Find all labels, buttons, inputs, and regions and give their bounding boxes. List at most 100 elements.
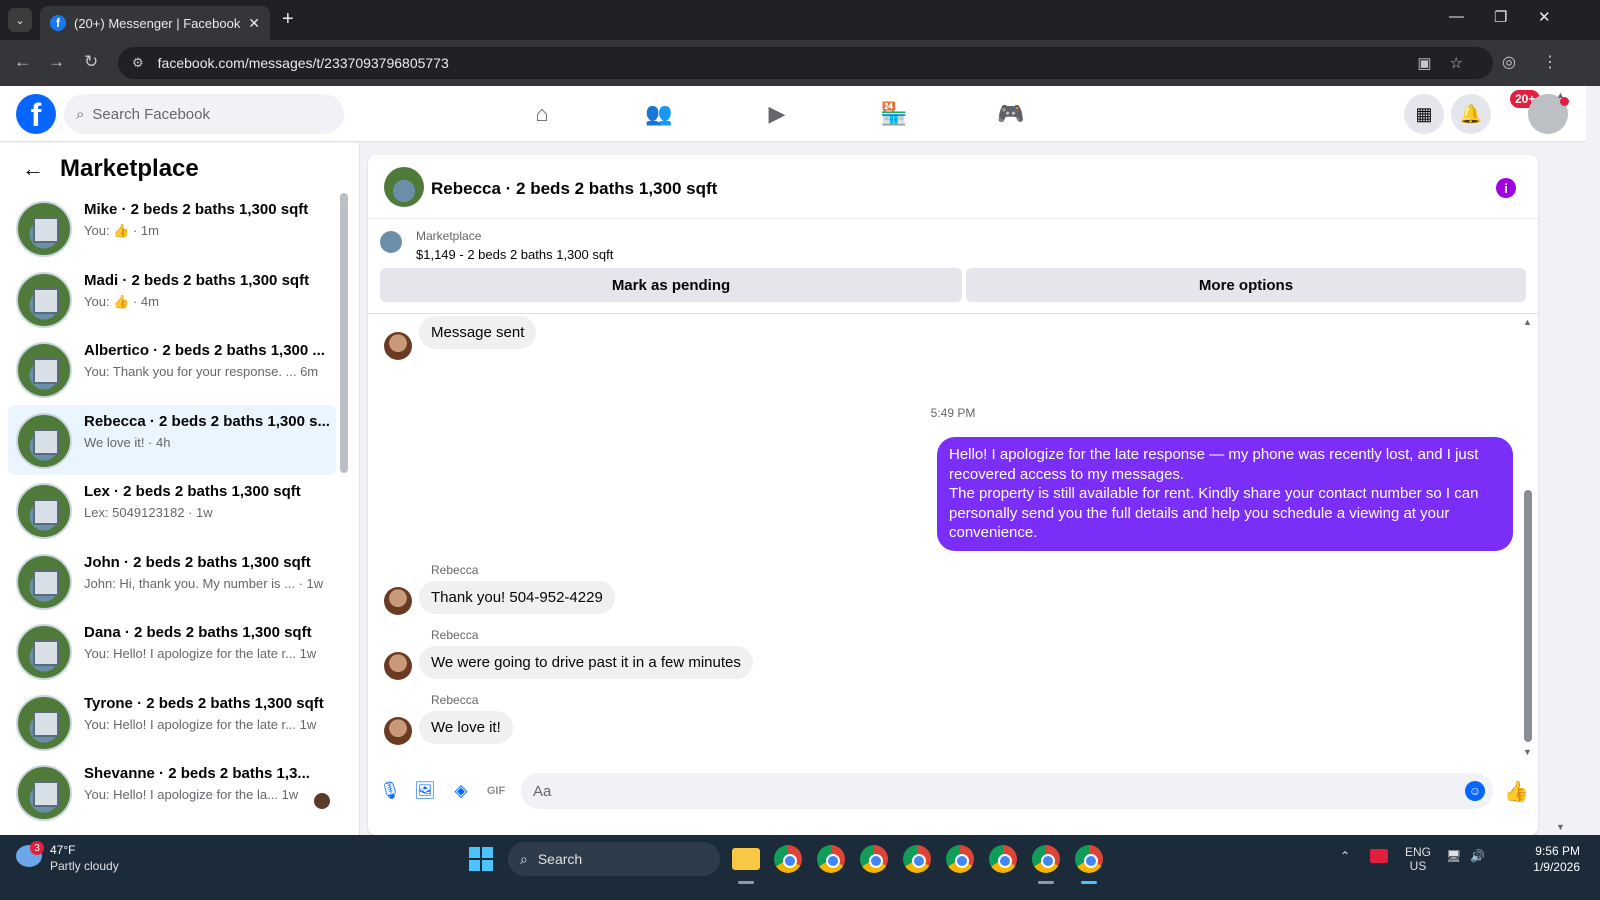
conversation-preview: You: Hello! I apologize for the la... 1w bbox=[84, 787, 299, 802]
chrome-icon[interactable] bbox=[946, 845, 974, 873]
messages-scrollbar[interactable] bbox=[1524, 490, 1532, 742]
clock-time: 9:56 PM bbox=[1535, 844, 1580, 858]
page-scroll-up-icon[interactable]: ▲ bbox=[1556, 90, 1565, 100]
file-explorer-icon[interactable] bbox=[732, 848, 760, 870]
back-icon[interactable]: ← bbox=[14, 52, 31, 72]
facebook-header: f ⌕ Search Facebook ⌂ 👥 ▶ 🏪 🎮 ▦ 🔔 bbox=[0, 86, 1586, 142]
gaming-icon[interactable]: 🎮 bbox=[995, 98, 1027, 130]
chat-avatar[interactable] bbox=[384, 167, 424, 207]
windows-start-icon[interactable] bbox=[469, 847, 493, 871]
network-icon[interactable]: 🖥 bbox=[1446, 849, 1461, 863]
conversation-item[interactable]: Mike · 2 beds 2 baths 1,300 sqft You: 👍 … bbox=[8, 193, 336, 263]
chrome-icon[interactable] bbox=[1032, 845, 1060, 873]
running-indicator bbox=[1038, 881, 1054, 884]
microphone-icon[interactable]: 🎙 bbox=[379, 780, 401, 802]
conversation-preview: You: 👍 · 1m bbox=[84, 223, 159, 238]
like-thumbs-up-icon[interactable]: 👍 bbox=[1504, 779, 1529, 804]
conversation-item[interactable]: Dana · 2 beds 2 baths 1,300 sqft You: He… bbox=[8, 616, 336, 686]
back-arrow-icon[interactable]: ← bbox=[22, 156, 44, 182]
notifications-icon[interactable]: 🔔 bbox=[1451, 94, 1491, 134]
incoming-message-bubble[interactable]: We were going to drive past it in a few … bbox=[419, 646, 753, 679]
browser-tab[interactable]: f (20+) Messenger | Facebook ✕ bbox=[40, 6, 270, 40]
minimize-icon[interactable]: — bbox=[1449, 8, 1464, 25]
taskbar-search[interactable]: ⌕ Search bbox=[508, 842, 720, 876]
marketplace-icon[interactable]: 🏪 bbox=[878, 98, 910, 130]
video-icon[interactable]: ▶ bbox=[761, 98, 793, 130]
photo-icon[interactable]: 🖼 bbox=[414, 780, 436, 802]
search-icon: ⌕ bbox=[520, 850, 528, 867]
search-placeholder: Search Facebook bbox=[92, 105, 210, 123]
url-text: facebook.com/messages/t/2337093796805773 bbox=[157, 55, 449, 71]
chrome-icon-active[interactable] bbox=[1075, 845, 1103, 873]
sender-avatar[interactable] bbox=[384, 587, 412, 615]
listing-thumbnail bbox=[16, 554, 72, 610]
profile-icon[interactable]: ◎ bbox=[1502, 52, 1516, 72]
conversation-item[interactable]: Lex · 2 beds 2 baths 1,300 sqft Lex: 504… bbox=[8, 475, 336, 545]
conversation-item[interactable]: Shevanne · 2 beds 2 baths 1,3... You: He… bbox=[8, 757, 336, 827]
friends-icon[interactable]: 👥 bbox=[643, 98, 675, 130]
mark-as-pending-button[interactable]: Mark as pending bbox=[380, 268, 962, 302]
conversation-name: Dana · 2 beds 2 baths 1,300 sqft bbox=[84, 624, 312, 641]
incoming-message-bubble[interactable]: Thank you! 504-952-4229 bbox=[419, 581, 615, 614]
chrome-icon[interactable] bbox=[903, 845, 931, 873]
conversation-preview: Lex: 5049123182 · 1w bbox=[84, 505, 213, 520]
sticker-icon[interactable]: ◈ bbox=[450, 780, 472, 802]
conversation-preview: You: 👍 · 4m bbox=[84, 294, 159, 309]
chrome-icon[interactable] bbox=[989, 845, 1017, 873]
conversation-item-active[interactable]: Rebecca · 2 beds 2 baths 1,300 s... We l… bbox=[8, 405, 336, 475]
incoming-message-bubble[interactable]: We love it! bbox=[419, 711, 513, 744]
facebook-search-input[interactable]: ⌕ Search Facebook bbox=[64, 94, 344, 134]
chrome-icon[interactable] bbox=[817, 845, 845, 873]
home-icon[interactable]: ⌂ bbox=[526, 98, 558, 130]
sender-avatar[interactable] bbox=[384, 652, 412, 680]
chat-title[interactable]: Rebecca · 2 beds 2 baths 1,300 sqft bbox=[431, 179, 717, 199]
conversation-preview: You: Thank you for your response. ... 6m bbox=[84, 364, 319, 379]
address-bar[interactable]: ⚙ facebook.com/messages/t/23370937968057… bbox=[118, 47, 1493, 79]
outgoing-message-bubble[interactable]: Hello! I apologize for the late response… bbox=[937, 437, 1513, 551]
chrome-icon[interactable] bbox=[774, 845, 802, 873]
menu-icon[interactable]: ⋮ bbox=[1542, 52, 1558, 72]
tab-search-dropdown-icon[interactable]: ⌄ bbox=[8, 8, 32, 32]
page-scroll-down-icon[interactable]: ▼ bbox=[1556, 822, 1565, 832]
restore-icon[interactable]: ❐ bbox=[1494, 8, 1507, 26]
sender-avatar[interactable] bbox=[384, 332, 412, 360]
site-info-icon[interactable]: ⚙ bbox=[132, 55, 144, 71]
weather-badge: 3 bbox=[30, 841, 44, 855]
marketplace-conversation-list: ← Marketplace Mike · 2 beds 2 baths 1,30… bbox=[0, 143, 360, 849]
volume-icon[interactable]: 🔊 bbox=[1470, 849, 1485, 863]
conversation-item[interactable]: Tyrone · 2 beds 2 baths 1,300 sqft You: … bbox=[8, 687, 336, 757]
close-tab-icon[interactable]: ✕ bbox=[248, 15, 260, 32]
facebook-logo-icon[interactable]: f bbox=[16, 94, 56, 134]
chrome-icon[interactable] bbox=[860, 845, 888, 873]
emoji-icon[interactable]: ☺ bbox=[1465, 781, 1485, 801]
system-clock[interactable]: 9:56 PM 1/9/2026 bbox=[1500, 843, 1580, 875]
running-indicator-active bbox=[1081, 881, 1097, 884]
show-hidden-icons[interactable]: ⌃ bbox=[1340, 849, 1350, 863]
conversation-name: Albertico · 2 beds 2 baths 1,300 ... bbox=[84, 342, 325, 359]
clock-date: 1/9/2026 bbox=[1533, 860, 1580, 874]
info-icon[interactable]: i bbox=[1496, 178, 1516, 198]
conversation-item[interactable]: John · 2 beds 2 baths 1,300 sqft John: H… bbox=[8, 546, 336, 616]
message-input[interactable]: Aa ☺ bbox=[521, 773, 1493, 809]
language-indicator[interactable]: ENG US bbox=[1405, 845, 1431, 873]
sender-name: Rebecca bbox=[431, 693, 479, 707]
window-close-icon[interactable]: ✕ bbox=[1538, 8, 1551, 26]
scroll-down-icon[interactable]: ▼ bbox=[1523, 747, 1532, 757]
tray-app-icon[interactable] bbox=[1370, 849, 1388, 863]
menu-grid-icon[interactable]: ▦ bbox=[1404, 94, 1444, 134]
gif-icon[interactable]: GIF bbox=[485, 780, 507, 802]
forward-icon[interactable]: → bbox=[48, 52, 65, 72]
listing-price[interactable]: $1,149 - 2 beds 2 baths 1,300 sqft bbox=[416, 247, 613, 262]
more-options-button[interactable]: More options bbox=[966, 268, 1526, 302]
reload-icon[interactable]: ↻ bbox=[84, 52, 98, 72]
sidebar-scrollbar[interactable] bbox=[340, 193, 348, 473]
install-bookmark-icons[interactable]: ▣☆ bbox=[1417, 54, 1481, 72]
new-tab-icon[interactable]: + bbox=[282, 8, 294, 31]
conversation-item[interactable]: Madi · 2 beds 2 baths 1,300 sqft You: 👍 … bbox=[8, 264, 336, 334]
scroll-up-icon[interactable]: ▲ bbox=[1523, 317, 1532, 327]
read-receipt-avatar bbox=[314, 793, 330, 809]
listing-thumbnail bbox=[16, 342, 72, 398]
weather-description: Partly cloudy bbox=[50, 859, 119, 873]
sender-avatar[interactable] bbox=[384, 717, 412, 745]
conversation-item[interactable]: Albertico · 2 beds 2 baths 1,300 ... You… bbox=[8, 334, 336, 404]
